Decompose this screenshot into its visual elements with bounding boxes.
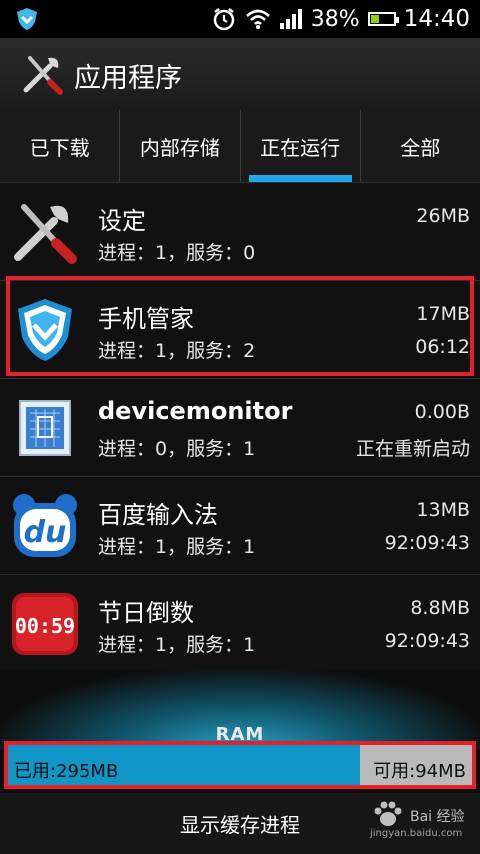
- app-size: 13MB: [416, 499, 470, 521]
- phone-manager-icon: [18, 299, 72, 361]
- watermark-text: Bai 经验: [410, 809, 465, 825]
- tab-all[interactable]: 全部: [361, 110, 480, 182]
- app-status: 正在重新启动: [355, 438, 470, 460]
- svg-text:du: du: [24, 515, 67, 550]
- status-bar: 38% 14:40: [0, 0, 480, 38]
- battery-icon: [367, 12, 399, 26]
- app-size: 17MB: [416, 303, 470, 325]
- settings-icon: [14, 204, 77, 264]
- ram-used-text: 已用:295MB: [14, 761, 119, 782]
- app-size: 0.00B: [414, 401, 470, 423]
- ram-used-segment: 已用:295MB: [8, 745, 360, 785]
- holiday-countdown-icon: 00:59: [12, 593, 78, 655]
- wifi-icon: [245, 8, 271, 30]
- baidu-input-icon: du: [13, 494, 77, 557]
- app-process-info: 进程：1，服务：1: [98, 536, 256, 558]
- signal-icon: [279, 8, 303, 30]
- running-app-list: 设定 进程：1，服务：0 26MB 手机管家 进程：1，服务：2 17MB 06…: [0, 183, 480, 673]
- list-item[interactable]: devicemonitor 进程：0，服务：1 0.00B 正在重新启动: [0, 379, 480, 477]
- app-name: 百度输入法: [98, 501, 218, 529]
- app-process-info: 进程：1，服务：0: [98, 242, 256, 264]
- paw-logo-icon: [374, 801, 402, 826]
- app-process-info: 进程：0，服务：1: [98, 438, 256, 460]
- app-process-info: 进程：1，服务：1: [98, 634, 256, 656]
- app-size: 26MB: [416, 205, 470, 227]
- app-bar: 应用程序: [0, 38, 480, 111]
- baidu-watermark: Bai 经验 jingyan.baidu.com: [370, 800, 470, 846]
- tab-bar: 已下载 内部存储 正在运行 全部: [0, 110, 480, 183]
- page-title: 应用程序: [74, 63, 182, 94]
- tab-running[interactable]: 正在运行: [241, 110, 361, 182]
- app-process-info: 进程：1，服务：2: [98, 340, 256, 362]
- watermark-url: jingyan.baidu.com: [370, 828, 463, 839]
- list-item[interactable]: 设定 进程：1，服务：0 26MB: [0, 183, 480, 281]
- list-item[interactable]: 手机管家 进程：1，服务：2 17MB 06:12: [0, 281, 480, 379]
- app-name: 节日倒数: [98, 599, 194, 627]
- tools-icon: [23, 56, 63, 95]
- list-item[interactable]: du 百度输入法 进程：1，服务：1 13MB 92:09:43: [0, 477, 480, 575]
- app-run-time: 92:09:43: [384, 532, 470, 554]
- tab-downloaded[interactable]: 已下载: [0, 110, 121, 182]
- app-name: devicemonitor: [98, 397, 293, 425]
- app-run-time: 92:09:43: [384, 630, 470, 652]
- app-name: 设定: [98, 207, 146, 235]
- ram-free-text: 可用:94MB: [373, 761, 466, 782]
- svg-text:00:59: 00:59: [15, 614, 75, 638]
- alarm-icon: [211, 6, 237, 32]
- app-run-time: 06:12: [415, 336, 470, 358]
- app-name: 手机管家: [98, 305, 194, 333]
- battery-percent: 38%: [310, 6, 360, 32]
- device-monitor-icon: [19, 400, 71, 456]
- list-item[interactable]: 00:59 节日倒数 进程：1，服务：1 8.8MB 92:09:43: [0, 575, 480, 673]
- ram-usage-bar: 已用:295MB 可用:94MB: [4, 741, 476, 789]
- ram-free-segment: 可用:94MB: [360, 745, 472, 785]
- shield-notification-icon: [17, 8, 37, 30]
- app-size: 8.8MB: [410, 597, 470, 619]
- clock: 14:40: [403, 6, 470, 32]
- tab-internal-storage[interactable]: 内部存储: [120, 110, 241, 182]
